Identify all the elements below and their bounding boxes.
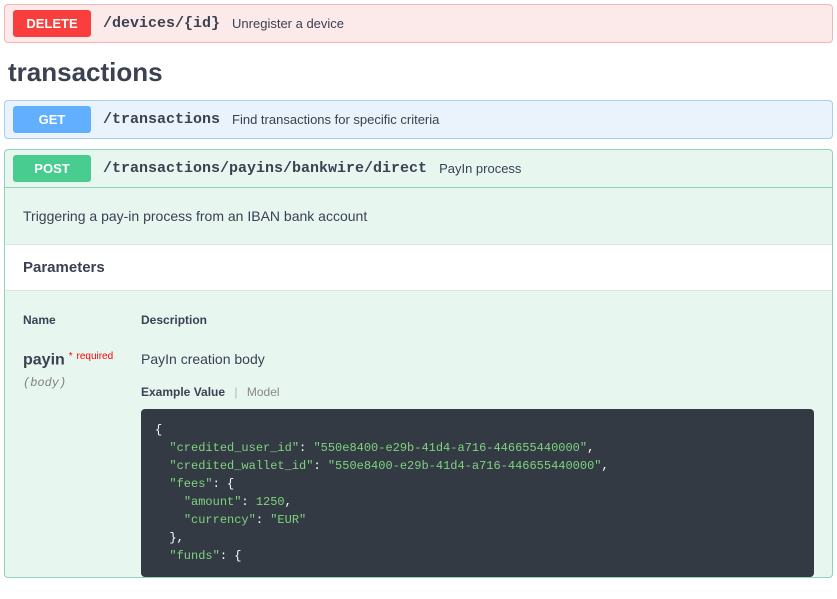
endpoint-body: Triggering a pay-in process from an IBAN… bbox=[5, 187, 832, 577]
col-header-name: Name bbox=[23, 313, 141, 327]
endpoint-summary-text: Find transactions for specific criteria bbox=[232, 112, 439, 127]
endpoint-get-transactions[interactable]: GET /transactions Find transactions for … bbox=[4, 100, 833, 139]
example-json-block[interactable]: { "credited_user_id": "550e8400-e29b-41d… bbox=[141, 409, 814, 577]
parameter-name: payin bbox=[23, 352, 65, 369]
parameters-header: Parameters bbox=[5, 244, 832, 291]
endpoint-summary[interactable]: GET /transactions Find transactions for … bbox=[5, 101, 832, 138]
tab-example-value[interactable]: Example Value bbox=[141, 385, 225, 399]
endpoint-summary[interactable]: DELETE /devices/{id} Unregister a device bbox=[5, 5, 832, 42]
endpoint-summary-text: Unregister a device bbox=[232, 16, 344, 31]
method-badge-delete: DELETE bbox=[13, 10, 91, 37]
endpoint-post-payin: POST /transactions/payins/bankwire/direc… bbox=[4, 149, 833, 578]
tab-model[interactable]: Model bbox=[247, 385, 280, 399]
parameter-in: (body) bbox=[23, 376, 141, 390]
required-star-icon: * bbox=[69, 351, 73, 362]
endpoint-path: /devices/{id} bbox=[103, 15, 220, 32]
tab-separator: | bbox=[234, 385, 237, 399]
required-label: required bbox=[76, 351, 113, 362]
example-model-tabs: Example Value | Model bbox=[141, 385, 814, 399]
method-badge-post: POST bbox=[13, 155, 91, 182]
parameter-row-payin: payin * required (body) PayIn creation b… bbox=[23, 351, 814, 577]
table-header-row: Name Description bbox=[23, 313, 814, 327]
endpoint-description: Triggering a pay-in process from an IBAN… bbox=[5, 188, 832, 244]
section-title-transactions: transactions bbox=[8, 57, 833, 88]
parameter-description-cell: PayIn creation body Example Value | Mode… bbox=[141, 351, 814, 577]
endpoint-summary[interactable]: POST /transactions/payins/bankwire/direc… bbox=[5, 150, 832, 187]
endpoint-path: /transactions/payins/bankwire/direct bbox=[103, 160, 427, 177]
endpoint-summary-text: PayIn process bbox=[439, 161, 521, 176]
parameter-name-cell: payin * required (body) bbox=[23, 351, 141, 577]
method-badge-get: GET bbox=[13, 106, 91, 133]
parameters-table: Name Description payin * required (body)… bbox=[5, 291, 832, 577]
parameter-description: PayIn creation body bbox=[141, 351, 814, 367]
endpoint-path: /transactions bbox=[103, 111, 220, 128]
col-header-description: Description bbox=[141, 313, 814, 327]
endpoint-delete-devices[interactable]: DELETE /devices/{id} Unregister a device bbox=[4, 4, 833, 43]
